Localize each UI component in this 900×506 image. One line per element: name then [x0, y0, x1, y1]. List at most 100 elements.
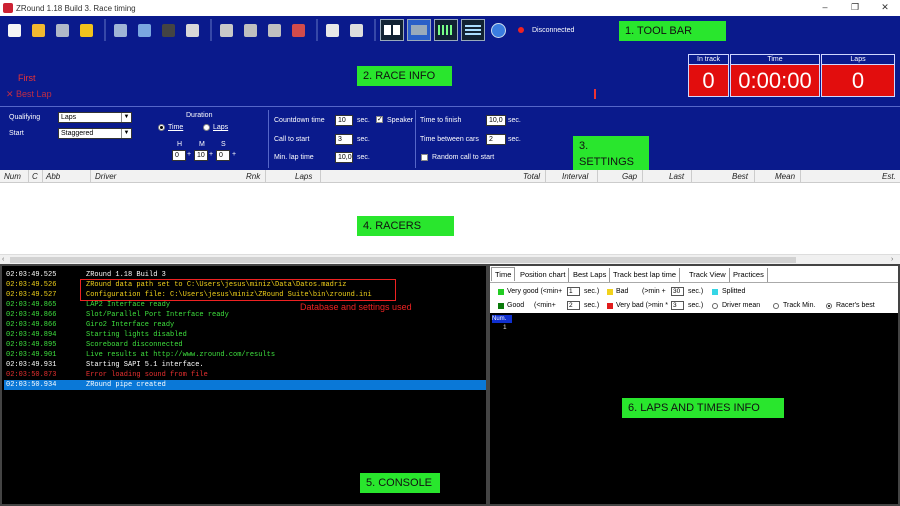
seconds-input[interactable]: 0: [216, 150, 230, 161]
very-good-unit: sec.): [584, 288, 600, 295]
min-lap-label: Min. lap time: [274, 154, 314, 161]
tab-time[interactable]: Time: [491, 267, 516, 281]
column-separator: [597, 170, 598, 183]
close-window-button[interactable]: ✕: [870, 0, 900, 16]
stopwatch-icon[interactable]: [322, 20, 342, 40]
col-rnk[interactable]: Rnk: [246, 172, 260, 181]
racers-best-radio[interactable]: [826, 303, 832, 309]
hours-spin-icon[interactable]: +: [187, 151, 191, 158]
very-good-input[interactable]: 1: [567, 287, 580, 296]
col-total[interactable]: Total: [523, 172, 540, 181]
random-call-checkbox[interactable]: [421, 154, 428, 161]
save-icon[interactable]: [52, 20, 72, 40]
tab-position-chart[interactable]: Position chart: [517, 268, 570, 282]
racers-horizontal-scrollbar[interactable]: ‹ ›: [0, 254, 900, 264]
column-separator: [642, 170, 643, 183]
minutes-spin-icon[interactable]: +: [209, 151, 213, 158]
col-driver[interactable]: Driver: [95, 172, 116, 181]
scrollbar-thumb[interactable]: [10, 257, 796, 263]
console-line[interactable]: 02:03:50.873 Error loading sound from fil…: [4, 370, 486, 380]
view-split-icon[interactable]: [380, 19, 404, 41]
seconds-spin-icon[interactable]: +: [232, 151, 236, 158]
time-to-finish-input[interactable]: 10,0: [486, 115, 506, 126]
printer-icon[interactable]: [182, 20, 202, 40]
col-c[interactable]: C: [32, 172, 38, 181]
info-icon[interactable]: [488, 20, 508, 40]
minimize-button[interactable]: –: [810, 0, 840, 16]
scoreboard-value: 0: [821, 65, 895, 97]
annotation-console: 5. CONSOLE: [360, 473, 440, 493]
restore-button[interactable]: ❐: [840, 0, 870, 16]
console-line[interactable]: 02:03:49.866 Slot/Parallel Port Interface…: [4, 310, 486, 320]
view-grid-icon[interactable]: [434, 19, 458, 41]
scoreboard-label: Laps: [821, 54, 895, 65]
track-settings-icon[interactable]: [240, 20, 260, 40]
console-line[interactable]: 02:03:49.865 LAP2 Interface ready: [4, 300, 486, 310]
race-wizard-icon[interactable]: [76, 20, 96, 40]
col-interval[interactable]: Interval: [562, 172, 588, 181]
tab-track-best-lap-time[interactable]: Track best lap time: [610, 268, 681, 282]
duration-time-radio[interactable]: [158, 124, 165, 131]
tab-best-laps[interactable]: Best Laps: [570, 268, 611, 282]
database-icon[interactable]: [134, 20, 154, 40]
duration-laps-radio[interactable]: [203, 124, 210, 131]
view-list-icon[interactable]: [461, 19, 485, 41]
laps-times-panel: Time Position chart Best Laps Track best…: [488, 264, 900, 506]
call-to-start-unit: sec.: [357, 136, 370, 143]
col-mean[interactable]: Mean: [775, 172, 795, 181]
start-select[interactable]: Staggered ▼: [58, 128, 132, 139]
console-timestamp: 02:03:49.527: [6, 291, 57, 299]
console-timestamp: 02:03:49.931: [6, 361, 57, 369]
hours-input[interactable]: 0: [172, 150, 186, 161]
col-est[interactable]: Est.: [882, 172, 896, 181]
console-line[interactable]: 02:03:50.934 ZRound pipe created: [4, 380, 486, 390]
open-folder-icon[interactable]: [28, 20, 48, 40]
min-lap-input[interactable]: 10,0: [335, 152, 353, 163]
scoreboard-label: Time: [730, 54, 820, 65]
driver-settings-icon[interactable]: [288, 20, 308, 40]
clapperboard-icon[interactable]: [158, 20, 178, 40]
scoreboard-time: Time 0:00:00: [730, 54, 820, 98]
car-settings-icon[interactable]: [216, 20, 236, 40]
countdown-input[interactable]: 10: [335, 115, 353, 126]
console-line[interactable]: 02:03:49.895 Scoreboard disconnected: [4, 340, 486, 350]
console-message: Live results at http://www.zround.com/re…: [86, 351, 276, 359]
duration-time-label: Time: [168, 124, 184, 131]
time-between-cars-input[interactable]: 2: [486, 134, 506, 145]
splitted-label: Splitted: [722, 288, 746, 295]
tab-practices[interactable]: Practices: [730, 268, 768, 282]
col-best[interactable]: Best: [732, 172, 748, 181]
view-board-icon[interactable]: [407, 19, 431, 41]
call-to-start-input[interactable]: 3: [335, 134, 353, 145]
good-input[interactable]: 2: [567, 301, 580, 310]
col-num[interactable]: Num: [4, 172, 21, 181]
minutes-input[interactable]: 10: [194, 150, 208, 161]
console-line[interactable]: 02:03:49.901 Live results at http://www.z…: [4, 350, 486, 360]
countdown-label: Countdown time: [274, 117, 325, 124]
col-last[interactable]: Last: [669, 172, 684, 181]
console-line[interactable]: 02:03:49.866 Giro2 Interface ready: [4, 320, 486, 330]
col-laps[interactable]: Laps: [295, 172, 312, 181]
red-marker: [594, 89, 596, 99]
track-min-radio[interactable]: [773, 303, 779, 309]
tab-track-view[interactable]: Track View: [686, 268, 730, 282]
settings-panel: Qualifying Laps ▼ Start Staggered ▼ Durati…: [0, 106, 900, 170]
console-line[interactable]: 02:03:49.894 Starting lights disabled: [4, 330, 486, 340]
random-call-label: Random call to start: [432, 154, 495, 161]
settings-divider: [268, 110, 269, 168]
column-separator: [800, 170, 801, 183]
speaker-checkbox[interactable]: [376, 115, 383, 123]
checkered-flag-icon[interactable]: [346, 20, 366, 40]
console-line[interactable]: 02:03:49.931 Starting SAPI 5.1 interface.: [4, 360, 486, 370]
qualifying-select[interactable]: Laps ▼: [58, 112, 132, 123]
driver-mean-radio[interactable]: [712, 303, 718, 309]
monitor-icon[interactable]: [110, 20, 130, 40]
scoreboard-label: In track: [688, 54, 729, 65]
col-abb[interactable]: Abb: [46, 172, 60, 181]
very-bad-input[interactable]: 3: [671, 301, 684, 310]
bad-input[interactable]: 30: [671, 287, 684, 296]
lane-settings-icon[interactable]: [264, 20, 284, 40]
good-swatch: [498, 303, 504, 309]
new-file-icon[interactable]: [4, 20, 24, 40]
col-gap[interactable]: Gap: [622, 172, 637, 181]
